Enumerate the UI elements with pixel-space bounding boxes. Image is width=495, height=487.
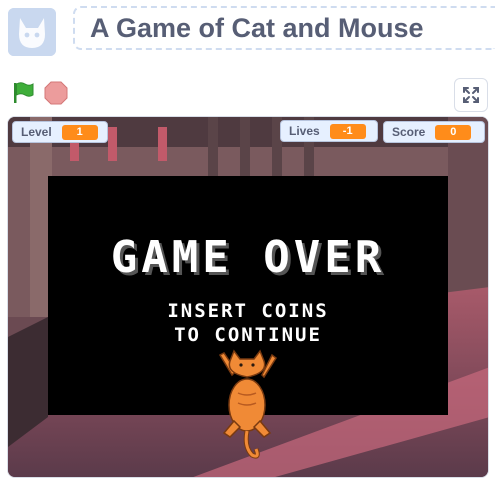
insert-coins-text: INSERT COINS <box>167 300 329 322</box>
game-over-title: GAME OVER <box>110 232 386 283</box>
level-value: 1 <box>61 124 98 140</box>
score-label: Score <box>392 125 426 139</box>
green-flag-icon <box>14 82 34 103</box>
project-title-text: A Game of Cat and Mouse <box>90 12 424 43</box>
project-title-input[interactable]: A Game of Cat and Mouse <box>73 6 495 50</box>
cat-sprite[interactable] <box>214 349 280 461</box>
scratch-cat-icon <box>8 8 56 56</box>
continue-text: TO CONTINUE <box>174 324 322 346</box>
score-value: 0 <box>435 124 472 140</box>
game-stage[interactable]: Level 1 Lives -1 Score 0 GAME OVER INSER… <box>7 116 489 478</box>
score-monitor: Score 0 <box>383 121 485 143</box>
stop-sign-icon <box>44 81 68 105</box>
green-flag-button[interactable] <box>10 80 36 106</box>
project-thumbnail <box>8 8 56 56</box>
lives-label: Lives <box>289 124 320 138</box>
level-label: Level <box>21 125 52 139</box>
lives-monitor: Lives -1 <box>280 120 378 142</box>
fullscreen-button[interactable] <box>454 78 488 112</box>
stop-button[interactable] <box>44 81 68 105</box>
level-monitor: Level 1 <box>12 121 108 143</box>
lives-value: -1 <box>329 123 366 139</box>
fullscreen-icon <box>463 87 479 103</box>
